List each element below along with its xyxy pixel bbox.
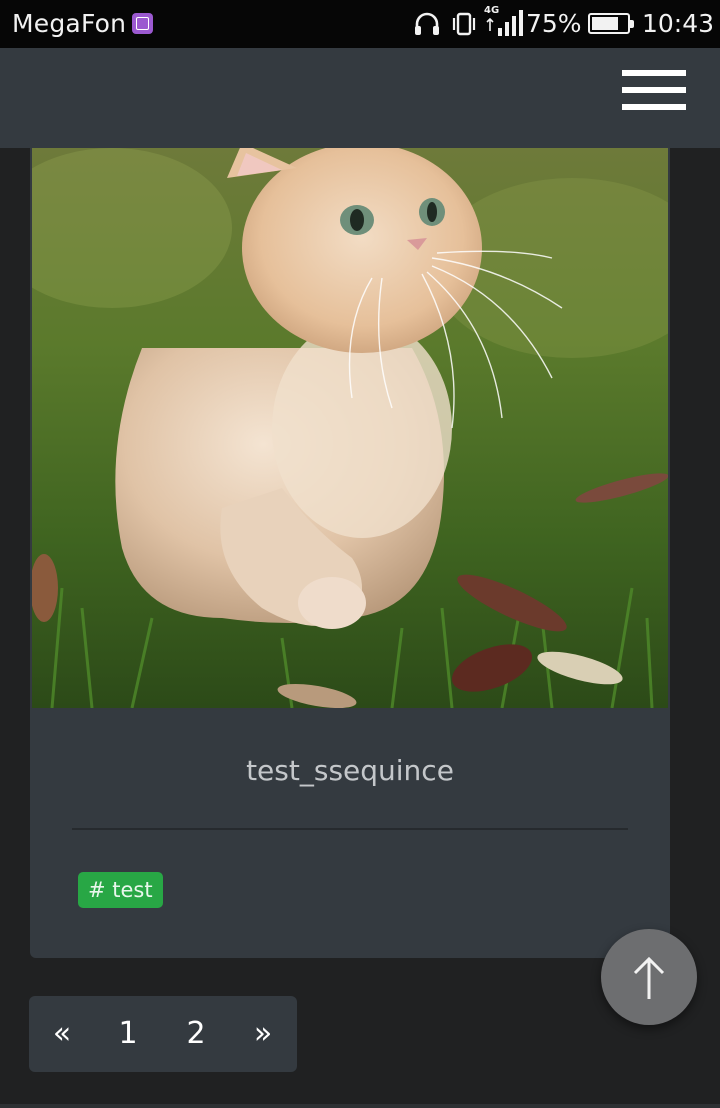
pagination: « 1 2 » bbox=[29, 996, 297, 1072]
status-bar: MegaFon 4G 75% 10:43 bbox=[0, 0, 720, 48]
clock: 10:43 bbox=[642, 9, 715, 38]
page-1[interactable]: 1 bbox=[95, 996, 161, 1072]
arrow-up-icon bbox=[633, 956, 665, 999]
battery-level bbox=[592, 17, 618, 30]
bottom-divider bbox=[0, 1104, 720, 1108]
signal-icon bbox=[486, 10, 523, 36]
pagination-next[interactable]: » bbox=[229, 996, 297, 1072]
carrier-name: MegaFon bbox=[12, 9, 127, 38]
pagination-prev[interactable]: « bbox=[29, 996, 95, 1072]
tag-test[interactable]: # test bbox=[78, 872, 163, 908]
vibrate-icon bbox=[452, 12, 476, 36]
cat-photo[interactable] bbox=[32, 148, 668, 708]
app-header bbox=[0, 48, 720, 148]
gallery-notification-icon bbox=[132, 13, 153, 34]
scroll-top-button[interactable] bbox=[601, 929, 697, 1025]
hamburger-menu-icon[interactable] bbox=[618, 70, 686, 110]
post-card: test_ssequince # test bbox=[30, 148, 670, 958]
status-icons: 4G 75% 10:43 bbox=[400, 0, 720, 48]
battery-icon bbox=[588, 13, 634, 34]
battery-percent: 75% bbox=[526, 9, 582, 38]
headphones-icon bbox=[415, 12, 439, 35]
divider bbox=[72, 828, 628, 830]
post-title[interactable]: test_ssequince bbox=[30, 754, 670, 787]
page-2[interactable]: 2 bbox=[163, 996, 229, 1072]
